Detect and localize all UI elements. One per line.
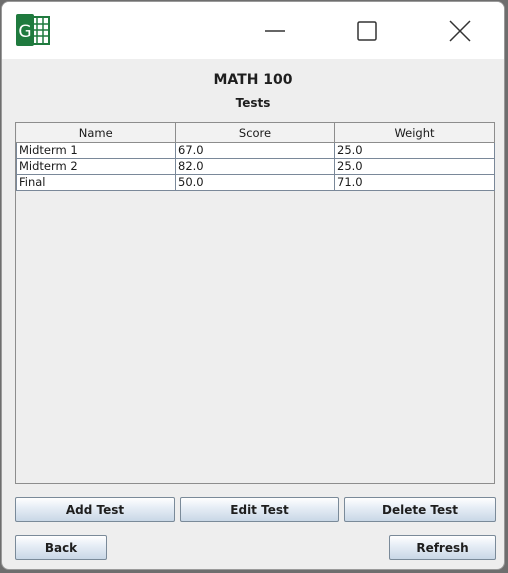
delete-test-button[interactable]: Delete Test <box>344 497 496 522</box>
column-header-weight[interactable]: Weight <box>334 123 495 143</box>
minimize-button[interactable] <box>255 11 295 51</box>
table-row[interactable]: Final 50.0 71.0 <box>16 174 495 191</box>
add-test-button[interactable]: Add Test <box>15 497 175 522</box>
maximize-button[interactable] <box>347 11 387 51</box>
table-row[interactable]: Midterm 1 67.0 25.0 <box>16 142 495 159</box>
cell-weight[interactable]: 25.0 <box>334 158 495 175</box>
cell-score[interactable]: 67.0 <box>175 142 335 159</box>
table-header-row: Name Score Weight <box>16 123 495 143</box>
tests-table-scrollpane[interactable]: Name Score Weight Midterm 1 67.0 25.0 Mi… <box>15 122 495 484</box>
cell-name[interactable]: Midterm 1 <box>16 142 176 159</box>
cell-score[interactable]: 50.0 <box>175 174 335 191</box>
maximize-icon <box>357 21 377 41</box>
tests-table: Name Score Weight Midterm 1 67.0 25.0 Mi… <box>16 123 495 191</box>
minimize-icon <box>265 30 285 32</box>
close-icon <box>449 20 471 42</box>
cell-weight[interactable]: 25.0 <box>334 142 495 159</box>
cell-name[interactable]: Midterm 2 <box>16 158 176 175</box>
svg-text:G: G <box>18 22 31 42</box>
cell-weight[interactable]: 71.0 <box>334 174 495 191</box>
refresh-button[interactable]: Refresh <box>389 535 496 560</box>
back-button[interactable]: Back <box>15 535 107 560</box>
close-button[interactable] <box>440 11 480 51</box>
section-subtitle: Tests <box>235 96 271 110</box>
cell-name[interactable]: Final <box>16 174 176 191</box>
column-header-name[interactable]: Name <box>16 123 176 143</box>
cell-score[interactable]: 82.0 <box>175 158 335 175</box>
spreadsheet-app-icon: G <box>16 14 50 46</box>
title-bar[interactable]: G <box>2 2 504 59</box>
column-header-score[interactable]: Score <box>175 123 335 143</box>
edit-test-button[interactable]: Edit Test <box>180 497 339 522</box>
table-row[interactable]: Midterm 2 82.0 25.0 <box>16 158 495 175</box>
course-title: MATH 100 <box>213 72 293 88</box>
app-window: G MATH 100 Tests Name Score Weight Midte… <box>1 1 505 570</box>
